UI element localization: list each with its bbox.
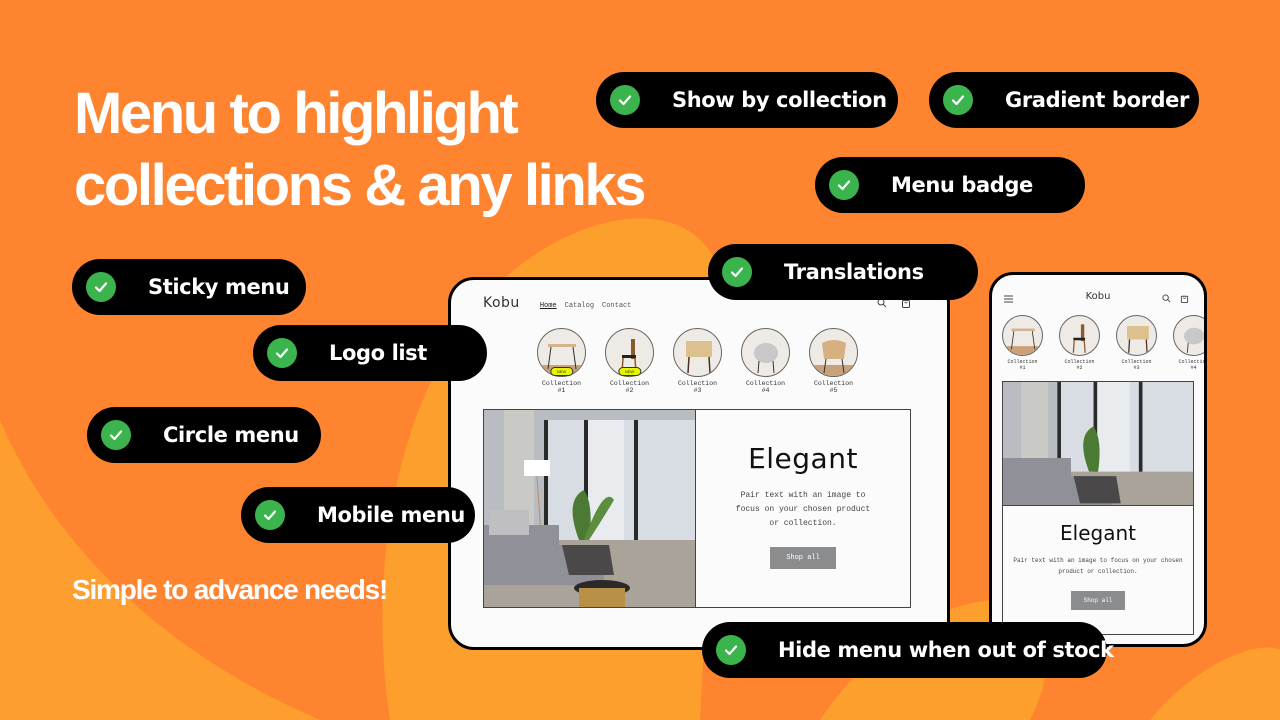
- feature-label: Logo list: [329, 341, 427, 365]
- feature-label: Menu badge: [891, 173, 1033, 197]
- feature-pill-logo-list: Logo list: [253, 325, 487, 381]
- living-room-image: [484, 410, 696, 607]
- feature-pill-hide-when-out-of-stock: Hide menu when out of stock: [702, 622, 1114, 678]
- check-icon: [610, 85, 640, 115]
- desktop-header: Kobu Home Catalog Contact: [483, 295, 631, 311]
- collection-thumbnail: [1002, 315, 1043, 356]
- circle-menu-item[interactable]: Collection #4: [741, 328, 790, 394]
- desktop-nav: Home Catalog Contact: [540, 302, 632, 310]
- check-icon: [943, 85, 973, 115]
- store-logo[interactable]: Kobu: [483, 295, 520, 311]
- feature-pill-show-by-collection: Show by collection: [596, 72, 898, 128]
- feature-pill-gradient-border: Gradient border: [929, 72, 1199, 128]
- feature-pill-sticky-menu: Sticky menu: [72, 259, 306, 315]
- check-icon: [86, 272, 116, 302]
- living-room-image: [1003, 382, 1193, 506]
- collection-label: Collection #5: [813, 380, 853, 394]
- circle-menu: NEW Collection #1 NEW Collection #2 Collec…: [537, 328, 858, 394]
- cart-icon[interactable]: [1180, 294, 1189, 303]
- desktop-preview: Kobu Home Catalog Contact NEW Collection…: [448, 277, 950, 650]
- collection-label: Collection #3: [1121, 359, 1152, 371]
- nav-link-home[interactable]: Home: [540, 302, 557, 310]
- shop-all-button[interactable]: Shop all: [1070, 591, 1126, 610]
- circle-menu-item[interactable]: Collection #4: [1173, 315, 1207, 371]
- mobile-image-with-text-section: Elegant Pair text with an image to focus…: [1002, 381, 1194, 635]
- feature-label: Translations: [784, 260, 924, 284]
- feature-label: Mobile menu: [317, 503, 465, 527]
- hero-body: Pair text with an image to focus on your…: [1013, 557, 1183, 575]
- check-icon: [716, 635, 746, 665]
- hero-text-block: Elegant Pair text with an image to focus…: [1003, 506, 1193, 610]
- feature-pill-mobile-menu: Mobile menu: [241, 487, 475, 543]
- feature-pill-menu-badge: Menu badge: [815, 157, 1085, 213]
- hero-title: Elegant: [748, 442, 858, 475]
- circle-menu-item[interactable]: Collection #5: [809, 328, 858, 394]
- feature-label: Gradient border: [1005, 88, 1189, 112]
- new-badge: NEW: [617, 367, 642, 376]
- nav-link-catalog[interactable]: Catalog: [565, 302, 594, 310]
- circle-menu-item[interactable]: Collection #3: [1116, 315, 1157, 371]
- collection-label: Collection #4: [745, 380, 785, 394]
- tagline: Simple to advance needs!: [72, 574, 388, 605]
- collection-label: Collection #1: [1007, 359, 1038, 371]
- collection-thumbnail: [673, 328, 722, 377]
- hero-text-block: Elegant Pair text with an image to focus…: [696, 410, 910, 607]
- circle-menu-item[interactable]: NEW Collection #1: [537, 328, 586, 394]
- collection-thumbnail: [1059, 315, 1100, 356]
- mobile-circle-menu: Collection #1 Collection #2 Collection #3 C…: [1002, 315, 1207, 371]
- shop-all-button[interactable]: Shop all: [770, 547, 836, 569]
- nav-link-contact[interactable]: Contact: [602, 302, 631, 310]
- collection-thumbnail: [1116, 315, 1157, 356]
- hero-body: Pair text with an image to focus on your…: [735, 491, 871, 528]
- feature-label: Show by collection: [672, 88, 887, 112]
- collection-thumbnail: [809, 328, 858, 377]
- headline-line-2: collections & any links: [74, 153, 647, 218]
- feature-pill-circle-menu: Circle menu: [87, 407, 321, 463]
- new-badge: NEW: [549, 367, 574, 376]
- feature-label: Circle menu: [163, 423, 299, 447]
- mobile-preview: Kobu Collection #1 Collection #2 Collectio…: [989, 272, 1207, 647]
- collection-thumbnail: [1173, 315, 1204, 356]
- collection-label: Collection #2: [1064, 359, 1095, 371]
- feature-label: Hide menu when out of stock: [778, 638, 1114, 662]
- check-icon: [101, 420, 131, 450]
- feature-pill-translations: Translations: [708, 244, 978, 300]
- circle-menu-item[interactable]: NEW Collection #2: [605, 328, 654, 394]
- collection-thumbnail: [741, 328, 790, 377]
- mobile-header: Kobu: [992, 291, 1204, 309]
- check-icon: [722, 257, 752, 287]
- check-icon: [829, 170, 859, 200]
- circle-menu-item[interactable]: Collection #1: [1002, 315, 1043, 371]
- hero-title: Elegant: [1060, 521, 1136, 545]
- store-logo[interactable]: Kobu: [992, 291, 1204, 302]
- collection-label: Collection #1: [541, 380, 581, 394]
- check-icon: [255, 500, 285, 530]
- collection-label: Collection #3: [677, 380, 717, 394]
- feature-label: Sticky menu: [148, 275, 290, 299]
- collection-label: Collection #4: [1178, 359, 1207, 371]
- collection-label: Collection #2: [609, 380, 649, 394]
- image-with-text-section: Elegant Pair text with an image to focus…: [483, 409, 911, 608]
- circle-menu-item[interactable]: Collection #3: [673, 328, 722, 394]
- circle-menu-item[interactable]: Collection #2: [1059, 315, 1100, 371]
- search-icon[interactable]: [1162, 294, 1171, 303]
- headline: Menu to highlight collections & any link…: [74, 78, 647, 222]
- check-icon: [267, 338, 297, 368]
- headline-line-1: Menu to highlight: [74, 81, 519, 146]
